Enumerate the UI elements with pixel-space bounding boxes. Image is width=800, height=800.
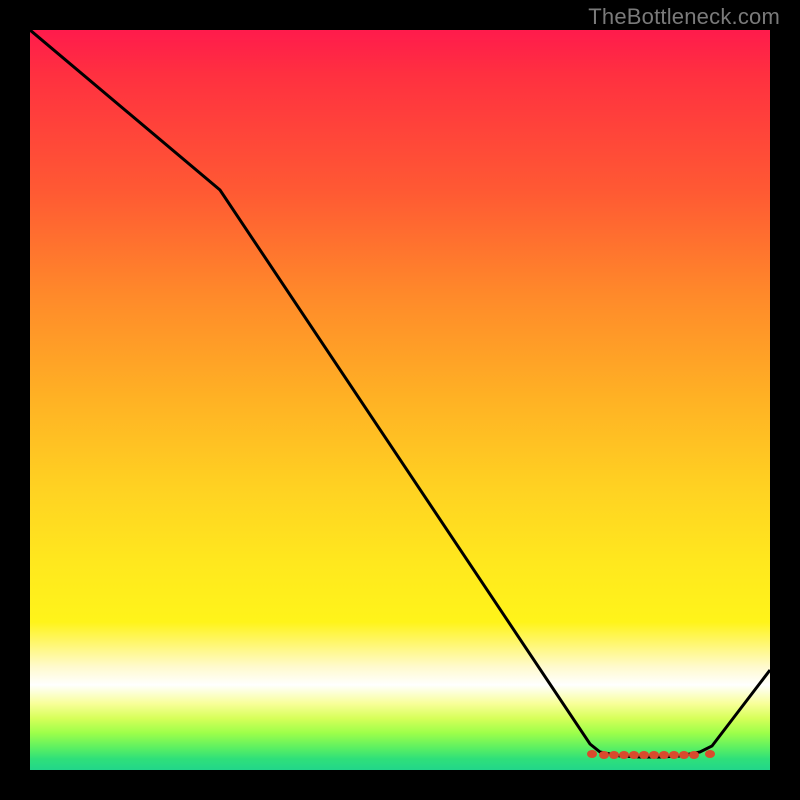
chart-marker	[705, 750, 715, 758]
chart-markers-group	[587, 750, 715, 759]
chart-marker	[639, 751, 649, 759]
chart-marker	[587, 750, 597, 758]
chart-marker	[669, 751, 679, 759]
chart-marker	[599, 751, 609, 759]
chart-curve	[30, 30, 770, 757]
chart-marker	[609, 751, 619, 759]
chart-marker	[679, 751, 689, 759]
chart-marker	[659, 751, 669, 759]
chart-plot-area	[30, 30, 770, 770]
chart-marker	[649, 751, 659, 759]
chart-overlay	[30, 30, 770, 770]
attribution-text: TheBottleneck.com	[588, 4, 780, 30]
chart-marker	[689, 751, 699, 759]
chart-marker	[619, 751, 629, 759]
chart-marker	[629, 751, 639, 759]
